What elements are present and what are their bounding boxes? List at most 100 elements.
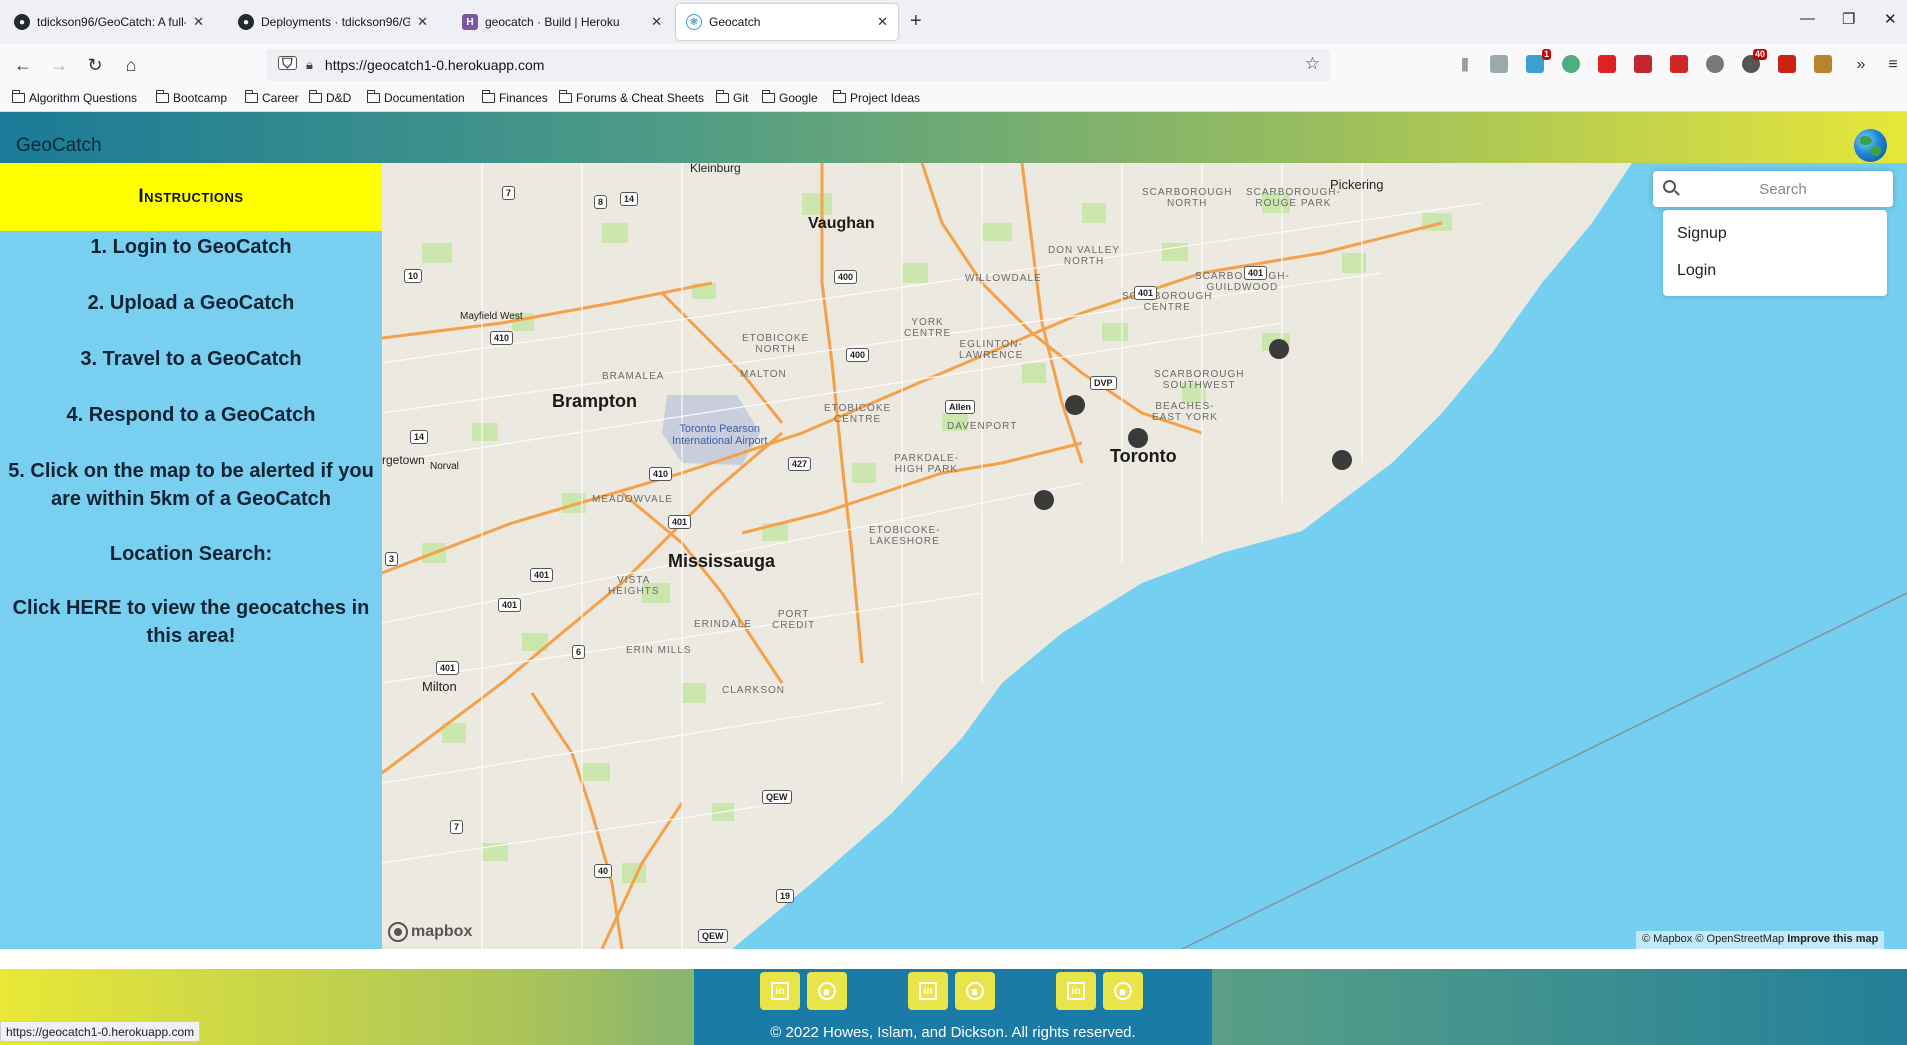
geocatch-marker[interactable] (1332, 450, 1352, 470)
extension-icon[interactable]: 1 (1526, 49, 1551, 73)
tracking-shield-icon[interactable]: ⛉ (278, 56, 297, 70)
map-label: PORT CREDIT (772, 609, 816, 631)
login-link[interactable]: Login (1677, 262, 1716, 280)
search-input[interactable] (1685, 176, 1881, 202)
geocatch-marker[interactable] (1128, 428, 1148, 448)
app-header: GeoCatch (0, 112, 1907, 163)
highway-shield: 14 (620, 192, 639, 206)
url-bar[interactable]: ⛉ 🔒︎ https://geocatch1-0.herokuapp.com ☆ (266, 49, 1330, 81)
mapbox-attribution-link[interactable]: © Mapbox (1642, 933, 1692, 945)
linkedin-button[interactable]: in (760, 972, 800, 1010)
highway-shield: Allen (945, 400, 976, 414)
extension-icon[interactable] (1778, 55, 1796, 73)
geocatch-marker[interactable] (1034, 490, 1054, 510)
geocatch-marker[interactable] (1065, 395, 1085, 415)
highway-shield: 8 (594, 195, 608, 209)
map-label: ERIN MILLS (626, 645, 692, 656)
bookmark-folder[interactable]: Documentation (366, 90, 465, 105)
back-arrow-icon[interactable]: ← (10, 52, 36, 78)
globe-icon[interactable] (1854, 129, 1887, 162)
linkedin-button[interactable]: in (1056, 972, 1096, 1010)
github-button[interactable] (1103, 972, 1143, 1010)
map-label: Norval (430, 461, 459, 472)
new-tab-icon[interactable]: + (910, 10, 922, 33)
mapbox-logo[interactable]: mapbox (388, 922, 472, 942)
signup-link[interactable]: Signup (1677, 225, 1727, 243)
airport-label: Toronto Pearson International Airport (672, 423, 768, 447)
reload-icon[interactable]: ↻ (82, 52, 108, 78)
library-icon[interactable]: ⫼ (1452, 52, 1478, 78)
overflow-chevron-icon[interactable]: » (1848, 52, 1874, 78)
bookmarks-bar: Algorithm Questions Bootcamp Career D&D … (0, 86, 1907, 112)
map-label: Kleinburg (690, 163, 741, 175)
url-text[interactable]: https://geocatch1-0.herokuapp.com (325, 57, 544, 73)
lock-icon[interactable]: 🔒︎ (306, 57, 313, 73)
map-attribution: © Mapbox © OpenStreetMap Improve this ma… (1636, 931, 1885, 949)
tab-title: Deployments · tdickson96/Geo (261, 15, 411, 29)
highway-shield: 410 (649, 467, 673, 481)
bookmark-folder[interactable]: Career (244, 90, 299, 105)
extension-icon[interactable] (1814, 55, 1832, 73)
highway-shield: 427 (788, 457, 812, 471)
tab-geocatch[interactable]: ⚛ Geocatch ✕ (676, 4, 898, 40)
close-icon[interactable]: ✕ (651, 14, 662, 30)
highway-shield: 401 (1134, 286, 1158, 300)
bookmark-folder[interactable]: D&D (308, 90, 351, 105)
highway-shield: 401 (530, 568, 554, 582)
instructions-heading: Instructions (0, 163, 382, 231)
extension-icon[interactable] (1706, 55, 1724, 73)
bookmark-folder[interactable]: Algorithm Questions (11, 90, 137, 105)
app-title[interactable]: GeoCatch (16, 135, 102, 157)
tab-github-geocatch[interactable]: ● tdickson96/GeoCatch: A full-sta ✕ (4, 4, 214, 40)
close-icon[interactable]: ✕ (417, 14, 428, 30)
instruction-step: 4. Respond to a GeoCatch (66, 404, 316, 426)
bookmark-folder[interactable]: Git (715, 90, 748, 105)
home-icon[interactable]: ⌂ (118, 52, 144, 78)
bookmark-folder[interactable]: Google (761, 90, 818, 105)
minimize-icon[interactable]: — (1800, 10, 1815, 27)
tab-title: geocatch · Build | Heroku (485, 15, 620, 29)
extension-icon[interactable] (1562, 55, 1580, 73)
footer-center-panel: in in in © 2022 Howes, Islam, and Dickso… (694, 969, 1212, 1045)
forward-arrow-icon[interactable]: → (46, 52, 72, 78)
bookmark-folder[interactable]: Project Ideas (832, 90, 920, 105)
extension-icon[interactable] (1670, 55, 1688, 73)
folder-icon (715, 90, 729, 103)
github-button[interactable] (955, 972, 995, 1010)
map-label: ETOBICOKE- LAKESHORE (869, 525, 941, 547)
view-geocatches-link[interactable]: Click HERE to view the geocatches in thi… (0, 594, 382, 650)
bookmark-folder[interactable]: Finances (481, 90, 548, 105)
restore-icon[interactable]: ❐ (1842, 10, 1855, 28)
window-close-icon[interactable]: ✕ (1884, 10, 1897, 28)
github-button[interactable] (807, 972, 847, 1010)
map-label: ETOBICOKE NORTH (742, 333, 810, 355)
extension-icon[interactable] (1634, 55, 1652, 73)
linkedin-icon: in (919, 982, 937, 1000)
extension-icon[interactable] (1598, 55, 1616, 73)
bookmark-folder[interactable]: Forums & Cheat Sheets (558, 90, 704, 105)
close-icon[interactable]: ✕ (193, 14, 204, 30)
geocatch-marker[interactable] (1269, 339, 1289, 359)
tab-heroku[interactable]: H geocatch · Build | Heroku ✕ (452, 4, 672, 40)
folder-icon (308, 90, 322, 103)
close-icon[interactable]: ✕ (877, 14, 888, 30)
extension-icon[interactable] (1490, 55, 1508, 73)
map-canvas[interactable]: Kleinburg Vaughan Pickering Mayfield Wes… (382, 163, 1907, 949)
map-label: CLARKSON (722, 685, 786, 696)
extension-icon[interactable]: 40 (1742, 49, 1767, 73)
folder-icon (155, 90, 169, 103)
improve-map-link[interactable]: Improve this map (1787, 933, 1878, 945)
highway-shield: 14 (410, 430, 429, 444)
tab-github-deployments[interactable]: ● Deployments · tdickson96/Geo ✕ (228, 4, 438, 40)
map-label: MEADOWVALE (592, 494, 673, 505)
osm-attribution-link[interactable]: © OpenStreetMap (1695, 933, 1784, 945)
menu-icon[interactable]: ≡ (1880, 52, 1906, 78)
instruction-step: 3. Travel to a GeoCatch (80, 348, 302, 370)
folder-icon (832, 90, 846, 103)
highway-shield: QEW (698, 929, 728, 943)
linkedin-button[interactable]: in (908, 972, 948, 1010)
bookmark-folder[interactable]: Bootcamp (155, 90, 227, 105)
bookmark-star-icon[interactable]: ☆ (1305, 54, 1320, 74)
map-label: rgetown (382, 453, 425, 467)
folder-icon (11, 90, 25, 103)
